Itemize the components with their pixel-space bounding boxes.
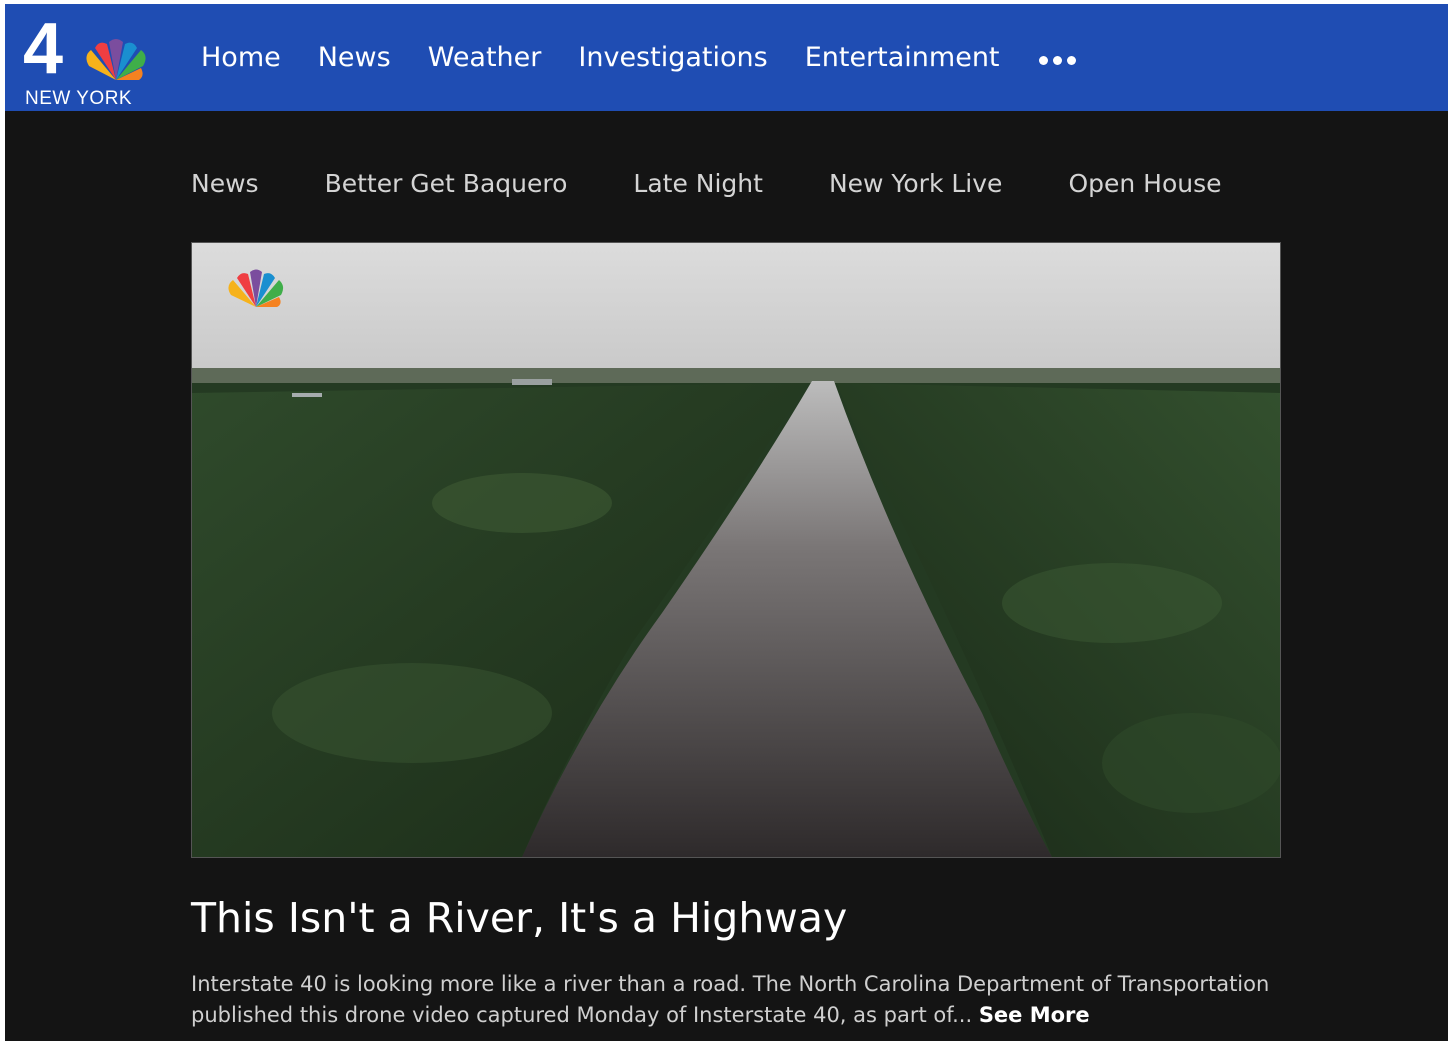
article-summary: Interstate 40 is looking more like a riv… xyxy=(191,969,1291,1031)
nbc-peacock-icon xyxy=(86,39,146,80)
more-dots-icon[interactable] xyxy=(1038,56,1076,65)
logo-channel-number: 4 xyxy=(23,9,64,89)
main-nav: Home News Weather Investigations Enterta… xyxy=(201,42,1076,73)
nav-news[interactable]: News xyxy=(318,42,391,73)
page: 4 NEW YORK Home News Weather Investigati… xyxy=(5,4,1448,1041)
nav-investigations[interactable]: Investigations xyxy=(578,42,767,73)
article-summary-text: Interstate 40 is looking more like a riv… xyxy=(191,972,1270,1027)
nav-home[interactable]: Home xyxy=(201,42,281,73)
video-player[interactable] xyxy=(191,242,1281,858)
sub-nav: News Better Get Baquero Late Night New Y… xyxy=(191,169,1222,198)
nbc4-logo[interactable]: 4 NEW YORK xyxy=(23,13,153,109)
subnav-news[interactable]: News xyxy=(191,169,259,198)
logo-location: NEW YORK xyxy=(25,88,133,109)
subnav-new-york-live[interactable]: New York Live xyxy=(829,169,1002,198)
article-headline[interactable]: This Isn't a River, It's a Highway xyxy=(191,894,847,942)
top-nav-bar: 4 NEW YORK Home News Weather Investigati… xyxy=(5,4,1448,111)
subnav-open-house[interactable]: Open House xyxy=(1068,169,1221,198)
see-more-link[interactable]: See More xyxy=(979,1003,1090,1027)
nav-weather[interactable]: Weather xyxy=(428,42,542,73)
subnav-better-get-baquero[interactable]: Better Get Baquero xyxy=(325,169,568,198)
nav-entertainment[interactable]: Entertainment xyxy=(805,42,1000,73)
video-thumbnail xyxy=(192,243,1280,857)
subnav-late-night[interactable]: Late Night xyxy=(633,169,763,198)
nbc-peacock-icon xyxy=(228,269,284,307)
